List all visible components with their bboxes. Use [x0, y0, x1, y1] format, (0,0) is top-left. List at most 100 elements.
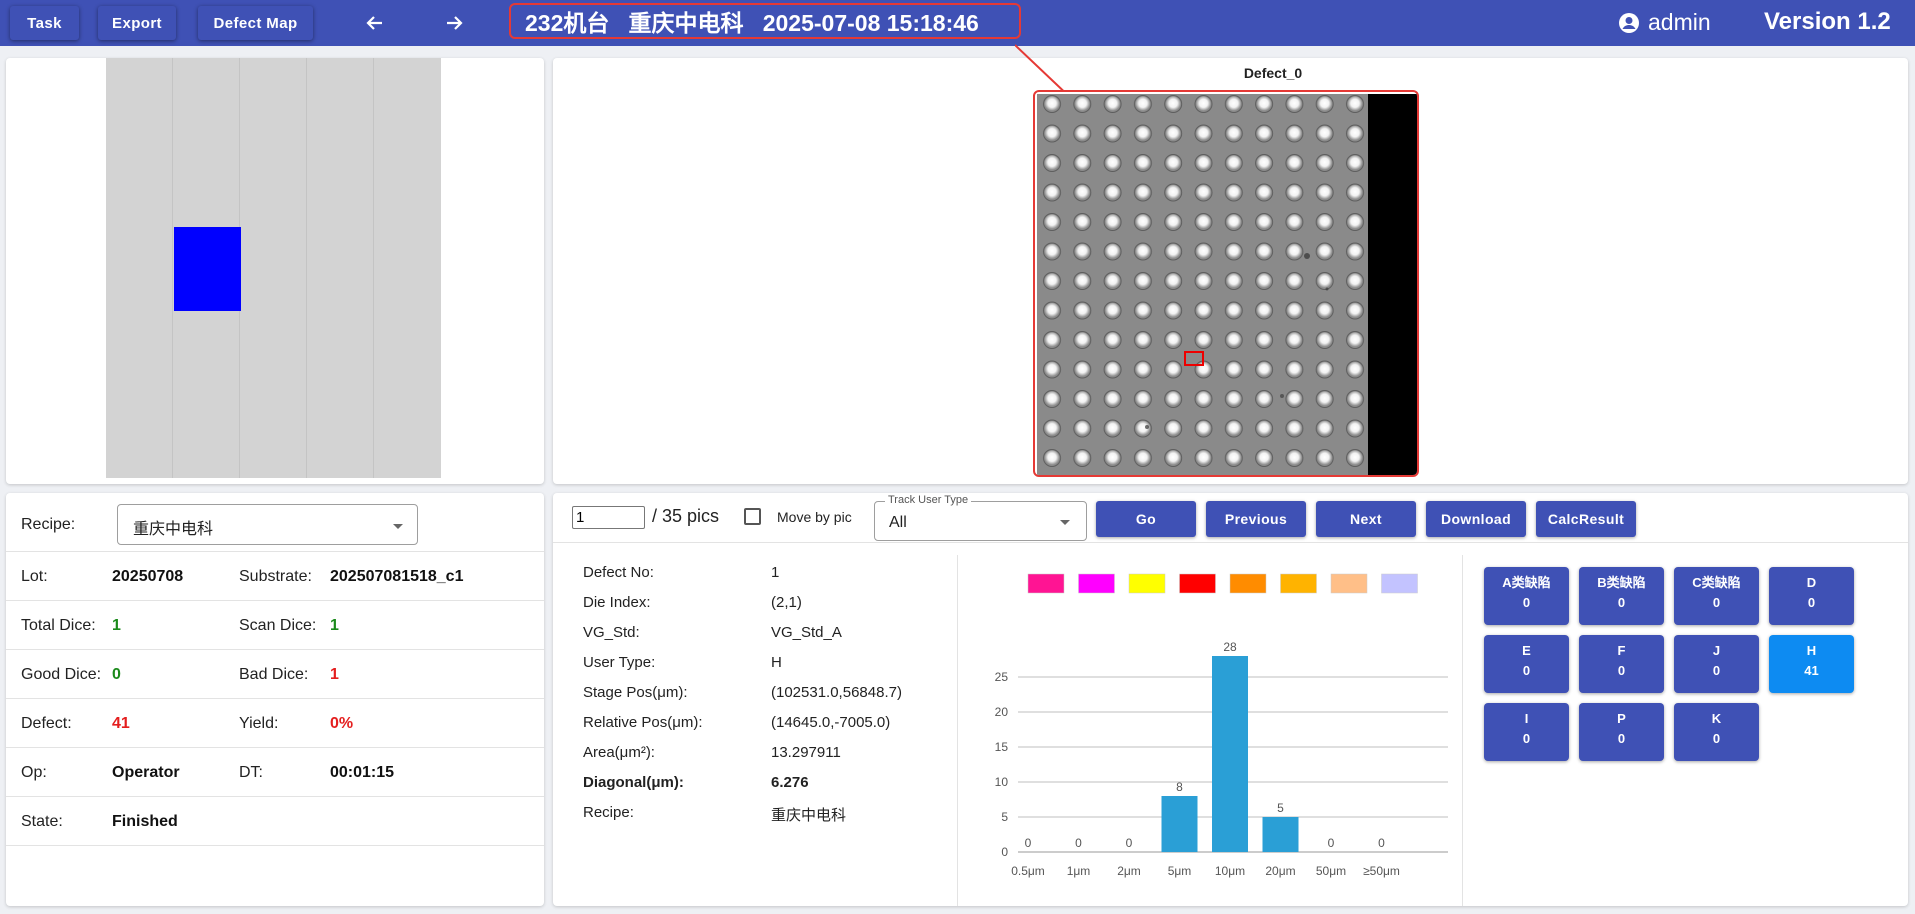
- state-label: State:: [21, 813, 63, 830]
- defect-class-count: 0: [1617, 595, 1626, 610]
- bar-value-label: 0: [1025, 836, 1032, 850]
- legend-swatch: [1027, 573, 1065, 594]
- bad-dice-label: Bad Dice:: [239, 666, 309, 683]
- die-index-label: Die Index:: [583, 594, 651, 611]
- defect-class-name: K: [1711, 711, 1722, 726]
- defect-class-button[interactable]: K0: [1674, 703, 1759, 761]
- defect-class-count: 0: [1712, 663, 1721, 678]
- bar-value-label: 8: [1176, 780, 1183, 794]
- recipe-select[interactable]: 重庆中电科: [117, 504, 418, 545]
- back-arrow-icon[interactable]: [358, 8, 392, 38]
- y-tick-label: 5: [1001, 810, 1008, 824]
- page-total: / 35 pics: [652, 506, 720, 526]
- detail-recipe-label: Recipe:: [583, 804, 634, 821]
- defect-class-count: 0: [1522, 731, 1531, 746]
- defect-class-name: D: [1806, 575, 1817, 590]
- export-button[interactable]: Export: [98, 6, 176, 40]
- forward-arrow-icon[interactable]: [437, 8, 471, 38]
- defect-class-name: J: [1712, 643, 1721, 658]
- defect-class-count: 0: [1617, 663, 1626, 678]
- good-dice-value: 0: [112, 666, 121, 683]
- histogram-bar: [1212, 656, 1248, 852]
- relative-pos-label: Relative Pos(μm):: [583, 714, 703, 731]
- op-dt-row: Op: Operator DT: 00:01:15: [6, 748, 544, 797]
- substrate-value: 202507081518_c1: [330, 568, 464, 585]
- die-column[interactable]: [307, 58, 374, 478]
- size-histogram: 0 5 10 15 20 25 0 0.5μm 0 1μm 0 2μm 8 5μm 28 10μm 5 20μm 0…: [958, 555, 1463, 906]
- download-button[interactable]: Download: [1426, 501, 1526, 537]
- defect-no-value: 1: [771, 564, 780, 581]
- defect-class-button[interactable]: H 41: [1769, 635, 1854, 693]
- die-column[interactable]: [106, 58, 173, 478]
- x-tick-label: ≥50μm: [1363, 864, 1400, 878]
- defect-class-name: I: [1524, 711, 1529, 726]
- defect-class-name: C类缺陷: [1692, 575, 1741, 590]
- x-tick-label: 10μm: [1215, 864, 1245, 878]
- defect-map-button[interactable]: Defect Map: [198, 6, 313, 40]
- defect-class-count: 0: [1712, 731, 1721, 746]
- user-menu[interactable]: admin: [1618, 9, 1711, 36]
- defect-class-button[interactable]: I0: [1484, 703, 1569, 761]
- defect-class-button[interactable]: F0: [1579, 635, 1664, 693]
- scan-dice-value: 1: [330, 617, 339, 634]
- defect-class-button[interactable]: E0: [1484, 635, 1569, 693]
- legend-swatch: [1179, 573, 1216, 594]
- diagonal-value: 6.276: [771, 774, 809, 791]
- total-dice-value: 1: [112, 617, 121, 634]
- bad-dice-value: 1: [330, 666, 339, 683]
- histogram-bar: [1262, 817, 1299, 852]
- defect-no-label: Defect No:: [583, 564, 654, 581]
- op-label: Op:: [21, 764, 47, 781]
- previous-button[interactable]: Previous: [1206, 501, 1306, 537]
- detail-panel: / 35 pics Move by pic Track User Type Al…: [553, 493, 1908, 906]
- track-user-type-value: All: [889, 514, 907, 531]
- recipe-row: Recipe: 重庆中电科: [6, 493, 544, 552]
- page-input[interactable]: [572, 506, 645, 529]
- controls-bar: / 35 pics Move by pic Track User Type Al…: [553, 493, 1908, 543]
- defect-class-button[interactable]: B类缺陷 0: [1579, 567, 1664, 625]
- defect-class-name: H: [1806, 643, 1817, 658]
- move-by-pic-checkbox[interactable]: [744, 508, 761, 525]
- calc-result-button[interactable]: CalcResult: [1536, 501, 1636, 537]
- relative-pos-value: (14645.0,-7005.0): [771, 714, 891, 731]
- defect-class-count: 0: [1712, 595, 1721, 610]
- dt-label: DT:: [239, 764, 263, 781]
- x-tick-label: 50μm: [1316, 864, 1346, 878]
- defect-image-frame: [1033, 90, 1419, 477]
- machine-title: 232机台 重庆中电科 2025-07-08 15:18:46: [509, 3, 1021, 39]
- selected-die[interactable]: [174, 227, 241, 311]
- stage-pos-value: (102531.0,56848.7): [771, 684, 902, 701]
- defect-class-name: E: [1522, 643, 1531, 658]
- bar-value-label: 0: [1075, 836, 1082, 850]
- bar-value-label: 5: [1277, 801, 1284, 815]
- y-tick-label: 0: [1001, 845, 1008, 859]
- defect-label: Defect:: [21, 715, 72, 732]
- y-tick-label: 25: [995, 670, 1009, 684]
- defect-image[interactable]: [1037, 94, 1419, 477]
- version-label: Version 1.2: [1764, 8, 1891, 35]
- bar-value-label: 0: [1328, 836, 1335, 850]
- defect-yield-row: Defect: 41 Yield: 0%: [6, 699, 544, 748]
- defect-class-button[interactable]: P0: [1579, 703, 1664, 761]
- dropdown-caret-icon: [393, 524, 403, 529]
- defect-class-button[interactable]: A类缺陷 0: [1484, 567, 1569, 625]
- detail-recipe-value: 重庆中电科: [771, 807, 847, 824]
- bar-value-label: 0: [1378, 836, 1385, 850]
- lot-value: 20250708: [112, 568, 184, 585]
- x-tick-label: 5μm: [1168, 864, 1192, 878]
- y-tick-label: 20: [995, 705, 1009, 719]
- go-button[interactable]: Go: [1096, 501, 1196, 537]
- die-column[interactable]: [374, 58, 441, 478]
- die-column[interactable]: [240, 58, 307, 478]
- op-value: Operator: [112, 764, 180, 781]
- legend-swatch: [1330, 573, 1368, 594]
- defect-class-button[interactable]: C类缺陷 0: [1674, 567, 1759, 625]
- vg-std-value: VG_Std_A: [771, 624, 842, 641]
- task-button[interactable]: Task: [10, 6, 79, 40]
- defect-image-title: Defect_0: [1243, 65, 1303, 81]
- defect-class-button[interactable]: J0: [1674, 635, 1759, 693]
- next-button[interactable]: Next: [1316, 501, 1416, 537]
- x-tick-label: 20μm: [1265, 864, 1295, 878]
- defect-class-button[interactable]: D0: [1769, 567, 1854, 625]
- track-user-type-select[interactable]: Track User Type All: [874, 494, 1087, 541]
